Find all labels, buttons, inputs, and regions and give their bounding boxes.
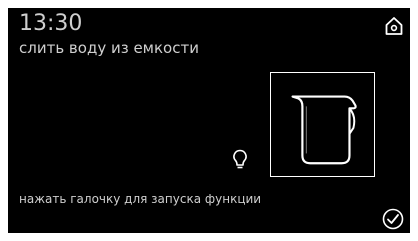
home-icon xyxy=(385,17,403,35)
home-button[interactable] xyxy=(384,16,404,36)
instruction-text: нажать галочку для запуска функции xyxy=(19,192,262,206)
confirm-button[interactable] xyxy=(382,208,404,230)
water-tank-icon xyxy=(291,95,357,165)
clock-time: 13:30 xyxy=(19,11,83,36)
function-title: слить воду из емкости xyxy=(19,39,199,57)
light-bulb-icon xyxy=(232,149,248,171)
display-screen: 13:30 слить воду из емкости нажать галоч… xyxy=(8,8,410,233)
water-tank-tile xyxy=(270,72,375,177)
checkmark-circle-icon xyxy=(382,208,404,230)
